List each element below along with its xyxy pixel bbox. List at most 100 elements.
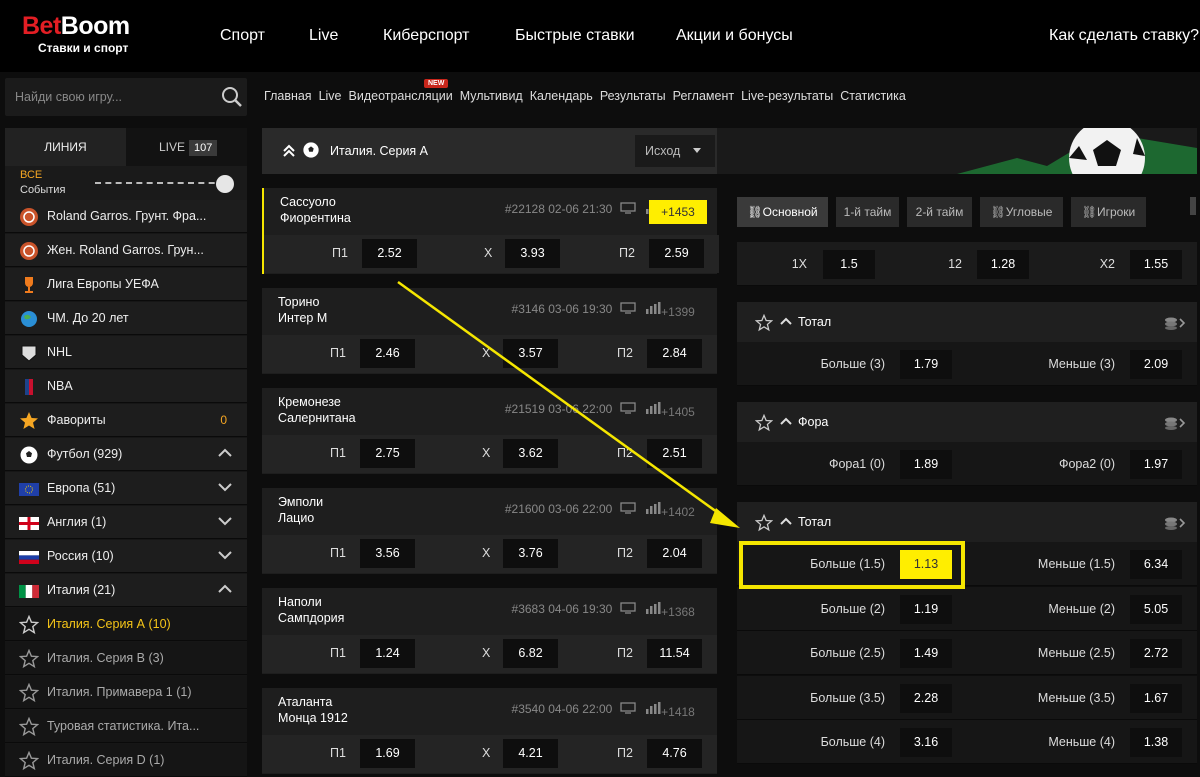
match-teams[interactable]: Кремонезе Салернитана bbox=[278, 394, 356, 426]
nav-live[interactable]: Live bbox=[309, 27, 338, 45]
tab-main[interactable]: ⛓Основной bbox=[737, 197, 828, 227]
chevron-up-icon[interactable] bbox=[218, 448, 232, 458]
odd-button[interactable]: 1.55 bbox=[1130, 250, 1182, 279]
odd-button-p2[interactable]: 11.54 bbox=[647, 639, 702, 668]
star-outline-icon[interactable] bbox=[19, 751, 39, 771]
odd-button[interactable]: 1.97 bbox=[1130, 450, 1182, 479]
odd-button[interactable]: 1.79 bbox=[900, 350, 952, 379]
odd-button-p2[interactable]: 4.76 bbox=[647, 739, 702, 768]
odd-button-p2[interactable]: 2.59 bbox=[649, 239, 704, 268]
chevron-down-icon[interactable] bbox=[218, 516, 232, 526]
nav-promos[interactable]: Акции и бонусы bbox=[676, 27, 793, 45]
match-teams[interactable]: Сассуоло Фиорентина bbox=[280, 194, 351, 226]
odd-button[interactable]: 1.38 bbox=[1130, 728, 1182, 757]
tab-corners[interactable]: ⛓Угловые bbox=[980, 197, 1063, 227]
sidebar-item-u20-world-cup[interactable]: ЧМ. До 20 лет bbox=[5, 302, 247, 335]
chevron-up-icon[interactable] bbox=[780, 517, 792, 526]
period-slider[interactable] bbox=[95, 182, 225, 184]
star-outline-icon[interactable] bbox=[19, 649, 39, 669]
sidebar-item-russia[interactable]: Россия (10) bbox=[5, 540, 247, 573]
more-markets-count[interactable]: +1402 bbox=[649, 500, 707, 524]
search-box[interactable]: Найди свою игру... bbox=[5, 78, 247, 116]
odd-button[interactable]: 2.09 bbox=[1130, 350, 1182, 379]
sidebar-item-europa-league[interactable]: Лига Европы УЕФА bbox=[5, 268, 247, 301]
odd-button-p2[interactable]: 2.84 bbox=[647, 339, 702, 368]
match-teams[interactable]: Наполи Сампдория bbox=[278, 594, 344, 626]
tv-icon[interactable] bbox=[620, 202, 636, 214]
market-header[interactable]: Тотал bbox=[737, 302, 1197, 342]
odd-button[interactable]: 5.05 bbox=[1130, 594, 1182, 624]
odd-button[interactable]: 1.89 bbox=[900, 450, 952, 479]
chevron-double-up-icon[interactable] bbox=[282, 144, 296, 158]
odd-button[interactable]: 1.5 bbox=[823, 250, 875, 279]
search-input[interactable]: Найди свою игру... bbox=[15, 90, 122, 104]
sidebar-item-serie-d[interactable]: Италия. Серия D (1) bbox=[5, 744, 247, 777]
tv-icon[interactable] bbox=[620, 402, 636, 414]
star-outline-icon[interactable] bbox=[19, 717, 39, 737]
chevron-down-icon[interactable] bbox=[218, 550, 232, 560]
match-card[interactable]: Наполи Сампдория #3683 04-06 19:30 +1368 П1… bbox=[262, 588, 717, 674]
odd-button-x[interactable]: 3.93 bbox=[505, 239, 560, 268]
market-header[interactable]: Фора bbox=[737, 402, 1197, 442]
market-header[interactable]: Тотал bbox=[737, 502, 1197, 542]
odd-button-p2[interactable]: 2.04 bbox=[647, 539, 702, 568]
odd-button[interactable]: 1.28 bbox=[977, 250, 1029, 279]
star-outline-icon[interactable] bbox=[755, 514, 773, 532]
sidebar-item-football[interactable]: Футбол (929) bbox=[5, 438, 247, 471]
tv-icon[interactable] bbox=[620, 302, 636, 314]
odd-button-x[interactable]: 3.62 bbox=[503, 439, 558, 468]
subnav-results[interactable]: Результаты bbox=[600, 89, 666, 103]
chevron-up-icon[interactable] bbox=[218, 584, 232, 594]
star-outline-icon[interactable] bbox=[19, 615, 39, 635]
tab-players[interactable]: ⛓Игроки bbox=[1071, 197, 1146, 227]
nav-fast-bets[interactable]: Быстрые ставки bbox=[515, 27, 635, 45]
odd-button-x[interactable]: 3.57 bbox=[503, 339, 558, 368]
sidebar-item-england[interactable]: Англия (1) bbox=[5, 506, 247, 539]
match-card[interactable]: Торино Интер М #3146 03-06 19:30 +1399 П1 2.… bbox=[262, 288, 717, 374]
match-card[interactable]: Кремонезе Салернитана #21519 03-06 22:00 +… bbox=[262, 388, 717, 474]
sidebar-item-serie-a[interactable]: Италия. Серия А (10) bbox=[5, 608, 247, 641]
match-teams[interactable]: Эмполи Лацио bbox=[278, 494, 323, 526]
odd-button[interactable]: 6.34 bbox=[1130, 550, 1182, 579]
match-card[interactable]: Аталанта Монца 1912 #3540 04-06 22:00 +141… bbox=[262, 688, 717, 774]
odd-button-p1[interactable]: 1.69 bbox=[360, 739, 415, 768]
subnav-multiview[interactable]: Мультивид bbox=[460, 89, 523, 103]
nav-esports[interactable]: Киберспорт bbox=[383, 27, 469, 45]
slider-handle[interactable] bbox=[216, 175, 234, 193]
subnav-rules[interactable]: Регламент bbox=[673, 89, 734, 103]
subnav-stats[interactable]: Статистика bbox=[840, 89, 906, 103]
scrollbar[interactable] bbox=[1190, 197, 1196, 215]
star-outline-icon[interactable] bbox=[755, 414, 773, 432]
subnav-calendar[interactable]: Календарь bbox=[530, 89, 593, 103]
tab-line[interactable]: ЛИНИЯ bbox=[5, 128, 126, 166]
odd-button[interactable]: 1.49 bbox=[900, 639, 952, 668]
tab-second-half[interactable]: 2-й тайм bbox=[907, 197, 972, 227]
odd-button-x[interactable]: 4.21 bbox=[503, 739, 558, 768]
odd-button[interactable]: 2.28 bbox=[900, 683, 952, 713]
odd-button-p1[interactable]: 2.75 bbox=[360, 439, 415, 468]
coins-icon[interactable] bbox=[1163, 516, 1187, 530]
subnav-home[interactable]: Главная bbox=[264, 89, 312, 103]
more-markets-count[interactable]: +1405 bbox=[649, 400, 707, 424]
help-link[interactable]: Как сделать ставку? bbox=[1049, 27, 1199, 45]
sidebar-item-europe[interactable]: Европа (51) bbox=[5, 472, 247, 505]
chevron-down-icon[interactable] bbox=[218, 482, 232, 492]
coins-icon[interactable] bbox=[1163, 316, 1187, 330]
odd-button-p1[interactable]: 2.52 bbox=[362, 239, 417, 268]
subnav-video[interactable]: Видеотрансляции bbox=[349, 89, 453, 103]
search-icon[interactable] bbox=[221, 86, 243, 108]
sidebar-item-roland-garros[interactable]: Roland Garros. Грунт. Фра... bbox=[5, 200, 247, 233]
market-select[interactable]: Исход bbox=[635, 135, 715, 167]
brand-logo[interactable]: BetBoom Ставки и спорт bbox=[22, 12, 130, 55]
tv-icon[interactable] bbox=[620, 602, 636, 614]
tab-first-half[interactable]: 1-й тайм bbox=[836, 197, 899, 227]
odd-button[interactable]: 2.72 bbox=[1130, 639, 1182, 668]
odd-button-x[interactable]: 6.82 bbox=[503, 639, 558, 668]
more-markets-count[interactable]: +1453 bbox=[649, 200, 707, 224]
odd-button-x[interactable]: 3.76 bbox=[503, 539, 558, 568]
subnav-live[interactable]: Live bbox=[319, 89, 342, 103]
sidebar-item-nhl[interactable]: NHL bbox=[5, 336, 247, 369]
odd-button-p1[interactable]: 2.46 bbox=[360, 339, 415, 368]
sidebar-item-roland-garros-women[interactable]: Жен. Roland Garros. Грун... bbox=[5, 234, 247, 267]
more-markets-count[interactable]: +1368 bbox=[649, 600, 707, 624]
